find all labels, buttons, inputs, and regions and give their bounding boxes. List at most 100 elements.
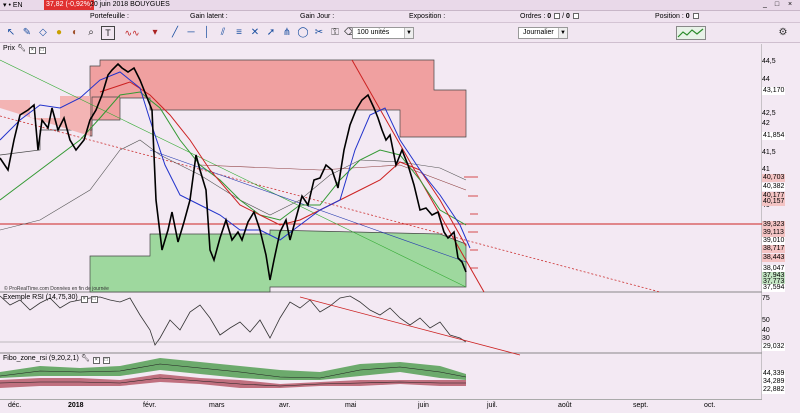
chevron-down-icon: ▼ [404,28,413,38]
panel-maximize-icon[interactable]: □ [102,357,110,364]
price-axis: 44,5 44 42,5 42 41,5 41 40 39 43,170 41,… [762,44,800,292]
chart-canvas[interactable] [0,44,762,399]
price-badge: 37,82 (-0,92%) [44,0,95,10]
maximize-icon[interactable]: □ [772,1,782,9]
price-tick: 44 [762,76,770,83]
ordres-separator: / [562,13,565,20]
position-label: Position : [655,13,684,20]
price-tick: 44,5 [762,58,776,65]
price-tag: 39,113 [762,229,785,237]
pitchfork-icon[interactable]: ⋔ [280,26,294,40]
portfolio-stats-bar: Portefeuille : Gain latent : Gain Jour :… [0,11,800,23]
chart-type-icon[interactable]: ▾ [148,26,162,40]
rsi-tick: 50 [762,317,770,324]
pencil-icon[interactable]: ✎ [20,26,34,40]
price-tag: 40,382 [762,183,786,191]
rsi-tick: 75 [762,295,770,302]
fibo-tag: 34,289 [762,378,786,386]
date-label: févr. [143,402,157,409]
lock-icon[interactable]: ⚿ [328,26,342,40]
minimize-icon[interactable]: _ [760,1,770,9]
quantity-select[interactable]: 100 unités ▼ [352,27,414,39]
language-label: EN [12,2,23,9]
price-tick: 41,5 [762,149,776,156]
panel-close-icon[interactable]: × [80,296,88,303]
fibo-tag: 44,339 [762,370,786,378]
price-tick: 42 [762,120,770,127]
fibo-tag: 22,882 [762,386,786,394]
period-select-value: Journalier [523,29,554,36]
gain-latent-label: Gain latent : [190,13,228,20]
bulb-icon[interactable]: ● [52,26,66,40]
rsi-panel-header: Exemple RSI (14,75,30) × □ [3,293,98,303]
marker-icon[interactable]: ✂ [312,26,326,40]
date-label: 2018 [68,402,84,409]
price-tag: 40,703 [762,174,786,182]
position-box-icon[interactable] [692,13,699,19]
pointer-icon[interactable]: ↖ [4,26,18,40]
mini-chart-graphic [677,28,704,38]
app-window: ▾ • EN 37,82 (-0,92%) 20 juin 2018 BOUYG… [0,0,800,413]
date-axis: déc. 2018 févr. mars avr. mai juin juil.… [0,399,762,413]
rsi-tick: 40 [762,327,770,334]
text-icon[interactable]: T [101,26,115,40]
upper-resistance-zone [89,59,467,138]
date-label: juin [418,402,429,409]
price-tag: 37,594 [762,284,786,292]
rsi-axis: 75 50 40 30 29,032 [762,293,800,353]
arrow-icon[interactable]: ➚ [264,26,278,40]
mini-chart-icon[interactable] [676,26,706,40]
palette-icon[interactable]: ◐ [68,26,82,40]
date-label: août [558,402,572,409]
settings-icon[interactable]: ⚙ [776,26,790,40]
ordres-stat: Ordres : 0 / 0 [520,13,579,20]
price-tag: 41,854 [762,132,786,140]
portefeuille-label: Portefeuille : [90,13,129,20]
rsi-tag: 29,032 [762,343,786,351]
ordres-value: 0 [547,13,552,20]
rsi-tick: 30 [762,335,770,342]
vline-icon[interactable]: │ [200,26,214,40]
ordres-value-2: 0 [565,13,570,20]
price-tag: 43,170 [762,87,786,95]
title-bar: ▾ • EN 37,82 (-0,92%) 20 juin 2018 BOUYG… [0,0,800,11]
trendline-icon[interactable]: ╱ [168,26,182,40]
rsi-panel-label: Exemple RSI (14,75,30) [3,294,78,301]
window-title: 20 juin 2018 BOUYGUES [90,1,170,8]
date-label: déc. [8,402,22,409]
date-label: oct. [704,402,716,409]
chevron-down-icon: ▼ [558,28,567,38]
date-label: juil. [487,402,498,409]
price-tick: 41 [762,166,770,173]
magnifier-icon[interactable]: ⌕ [84,26,98,40]
close-icon[interactable]: × [785,1,795,9]
quantity-select-value: 100 unités [357,29,390,36]
menu-button[interactable]: ▾ • EN [3,1,23,9]
rsi-trendline [299,296,521,356]
hline-icon[interactable]: ─ [184,26,198,40]
rsi-line [0,295,467,346]
indicator-icon[interactable]: ∿∿ [118,26,146,40]
eraser-icon[interactable]: ◇ [36,26,50,40]
panel-close-icon[interactable]: × [92,357,100,364]
date-label: avr. [279,402,291,409]
price-tag: 39,323 [762,221,786,229]
date-label: mai [345,402,357,409]
drawing-toolbar: ↖ ✎ ◇ ● ◐ ⌕ T ∿∿ ▾ ╱ ─ │ ⫽ ≡ ✕ ➚ ⋔ ◯ ✂ ⚿… [0,23,800,43]
price-tag: 38,717 [762,245,786,253]
gann-icon[interactable]: ✕ [248,26,262,40]
copyright-notice: © ProRealTime.com Données en fin de jour… [4,286,109,292]
price-tag: 40,157 [762,198,786,206]
price-tag: 38,443 [762,254,786,262]
price-tag: 39,010 [762,237,786,245]
ordres-box-icon-2[interactable] [572,13,579,19]
panel-maximize-icon[interactable]: □ [90,296,98,303]
ellipse-icon[interactable]: ◯ [296,26,310,40]
ordres-label: Ordres : [520,13,546,20]
period-select[interactable]: Journalier ▼ [518,27,568,39]
channel-icon[interactable]: ⫽ [216,26,230,40]
fibonacci-icon[interactable]: ≡ [232,26,246,40]
wrench-icon[interactable]: 🔧︎ [81,355,90,362]
date-label: sept. [633,402,649,409]
ordres-box-icon[interactable] [554,13,561,19]
